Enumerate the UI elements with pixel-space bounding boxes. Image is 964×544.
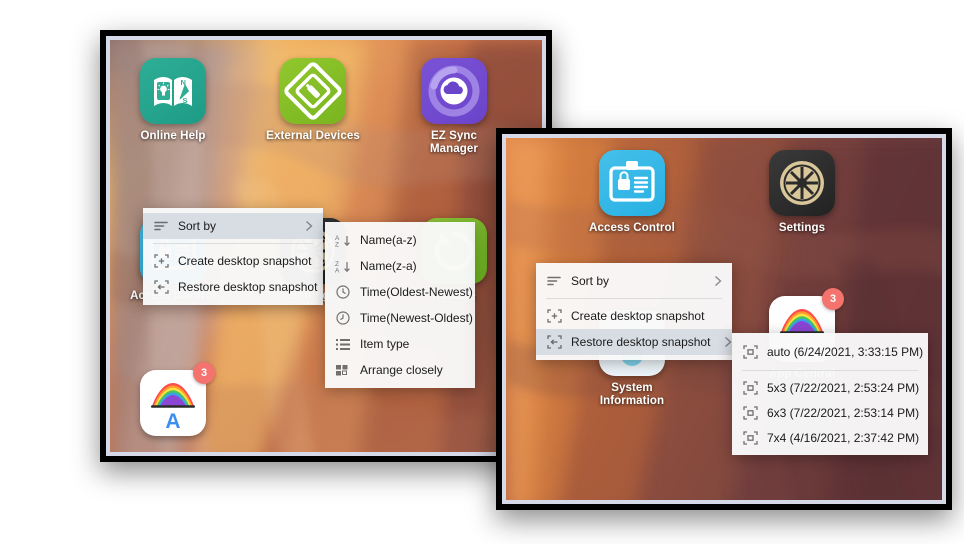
restore-snapshot-submenu-right[interactable]: auto (6/24/2021, 3:33:15 PM) 5x3 (7/22/2… bbox=[732, 333, 928, 455]
desktop-icon-online-help[interactable]: N S Online Help bbox=[125, 58, 221, 143]
menu-separator bbox=[153, 243, 313, 244]
external-devices-icon[interactable] bbox=[280, 58, 346, 124]
desktop-icon-ez-sync-manager[interactable]: EZ Sync Manager bbox=[406, 58, 502, 156]
desktop-window-right: Access Control Settings System Informati… bbox=[496, 128, 952, 510]
chevron-right-icon bbox=[714, 275, 722, 287]
svg-text:Z: Z bbox=[335, 241, 339, 248]
submenu-item-label: auto (6/24/2021, 3:33:15 PM) bbox=[767, 345, 924, 359]
menu-item-label: Create desktop snapshot bbox=[178, 254, 312, 268]
sort-icon bbox=[151, 218, 171, 234]
desktop-icon-label: External Devices bbox=[266, 130, 360, 142]
desktop-icon-external-devices[interactable]: External Devices bbox=[265, 58, 361, 143]
svg-text:A: A bbox=[165, 410, 180, 433]
submenu-item-label: Name(z-a) bbox=[360, 259, 417, 273]
menu-item-sort-by[interactable]: Sort by bbox=[536, 268, 732, 294]
submenu-item-label: Name(a-z) bbox=[360, 233, 417, 247]
submenu-item-label: Time(Oldest-Newest) bbox=[360, 285, 473, 299]
menu-item-label: Create desktop snapshot bbox=[571, 309, 705, 323]
desktop-icon-label: Settings bbox=[778, 222, 826, 234]
menu-item-label: Sort by bbox=[178, 219, 217, 233]
snapshot-item-icon bbox=[740, 405, 760, 421]
desktop-icon-label: System Information bbox=[599, 382, 665, 407]
menu-item-label: Sort by bbox=[571, 274, 610, 288]
settings-icon[interactable] bbox=[769, 150, 835, 216]
submenu-item-time-oldest-newest[interactable]: Time(Oldest-Newest) bbox=[325, 279, 475, 305]
desktop-icon-settings-r[interactable]: Settings bbox=[754, 150, 850, 235]
settings-gear-glyph bbox=[780, 161, 824, 205]
ez-sync-manager-icon[interactable] bbox=[421, 58, 487, 124]
online-help-glyph: N S bbox=[154, 77, 192, 106]
item-type-icon bbox=[333, 336, 353, 352]
window-right-desktop: Access Control Settings System Informati… bbox=[506, 138, 942, 500]
app-central-icon[interactable]: A 3 bbox=[140, 362, 215, 436]
menu-item-create-desktop-snapshot[interactable]: Create desktop snapshot bbox=[143, 248, 323, 274]
arrange-closely-icon bbox=[333, 362, 353, 378]
svg-text:S: S bbox=[183, 96, 188, 105]
access-control-icon[interactable] bbox=[599, 150, 665, 216]
submenu-item-snapshot-6x3[interactable]: 6x3 (7/22/2021, 2:53:14 PM) bbox=[732, 400, 928, 425]
snapshot-create-icon bbox=[151, 253, 171, 269]
submenu-item-label: 6x3 (7/22/2021, 2:53:14 PM) bbox=[767, 405, 920, 420]
ez-sync-glyph bbox=[428, 65, 480, 117]
desktop-icon-access-control-r[interactable]: Access Control bbox=[584, 150, 680, 235]
submenu-item-name-az[interactable]: AZ Name(a-z) bbox=[325, 227, 475, 253]
svg-text:A: A bbox=[335, 267, 340, 274]
menu-item-create-desktop-snapshot[interactable]: Create desktop snapshot bbox=[536, 303, 732, 329]
screenshot-stage: N S Online Help External Devices EZ Sync… bbox=[0, 0, 964, 544]
submenu-item-label: 5x3 (7/22/2021, 2:53:24 PM) bbox=[767, 380, 920, 395]
window-right-inner: Access Control Settings System Informati… bbox=[502, 134, 946, 504]
submenu-item-snapshot-7x4[interactable]: 7x4 (4/16/2021, 2:37:42 PM) bbox=[732, 425, 928, 450]
snapshot-restore-icon bbox=[544, 334, 564, 350]
chevron-right-icon bbox=[305, 220, 313, 232]
window-left-inner: N S Online Help External Devices EZ Sync… bbox=[106, 36, 546, 456]
context-menu-right[interactable]: Sort by Create desktop snapshot Restore … bbox=[536, 263, 732, 360]
sort-icon bbox=[544, 273, 564, 289]
submenu-item-label: Arrange closely bbox=[360, 363, 443, 377]
menu-item-sort-by[interactable]: Sort by bbox=[143, 213, 323, 239]
snapshot-restore-icon bbox=[151, 279, 171, 295]
desktop-window-left: N S Online Help External Devices EZ Sync… bbox=[100, 30, 552, 462]
submenu-item-name-za[interactable]: ZA Name(z-a) bbox=[325, 253, 475, 279]
submenu-item-label: Item type bbox=[360, 337, 410, 351]
menu-item-label: Restore desktop snapshot bbox=[178, 280, 318, 294]
snapshot-item-icon bbox=[740, 380, 760, 396]
snapshot-item-icon bbox=[740, 344, 760, 360]
submenu-item-arrange-closely[interactable]: Arrange closely bbox=[325, 357, 475, 383]
menu-item-restore-desktop-snapshot[interactable]: Restore desktop snapshot bbox=[536, 329, 732, 355]
desktop-icon-label: EZ Sync Manager bbox=[430, 130, 478, 155]
sort-az-icon: AZ bbox=[333, 232, 353, 248]
desktop-icon-label: Online Help bbox=[140, 130, 206, 142]
app-central-badge: 3 bbox=[193, 362, 215, 384]
clock-asc-icon bbox=[333, 284, 353, 300]
submenu-item-snapshot-auto[interactable]: auto (6/24/2021, 3:33:15 PM) bbox=[732, 338, 928, 366]
menu-item-restore-desktop-snapshot[interactable]: Restore desktop snapshot bbox=[143, 274, 339, 300]
sort-by-submenu-left[interactable]: AZ Name(a-z) ZA Name(z-a) Time(Oldest-Ne… bbox=[325, 222, 475, 388]
clock-desc-icon bbox=[333, 310, 353, 326]
context-menu-left[interactable]: Sort by Create desktop snapshot Restore … bbox=[143, 208, 339, 305]
access-control-glyph bbox=[609, 161, 655, 202]
snapshot-create-icon bbox=[544, 308, 564, 324]
online-help-icon[interactable]: N S bbox=[140, 58, 206, 124]
external-devices-glyph bbox=[284, 62, 342, 120]
desktop-icon-label: Access Control bbox=[589, 222, 675, 234]
submenu-item-label: Time(Newest-Oldest) bbox=[360, 311, 473, 325]
menu-item-label: Restore desktop snapshot bbox=[571, 335, 711, 349]
submenu-item-label: 7x4 (4/16/2021, 2:37:42 PM) bbox=[767, 430, 920, 445]
menu-separator bbox=[742, 370, 918, 371]
submenu-item-item-type[interactable]: Item type bbox=[325, 331, 475, 357]
window-left-desktop: N S Online Help External Devices EZ Sync… bbox=[110, 40, 542, 452]
submenu-item-snapshot-5x3[interactable]: 5x3 (7/22/2021, 2:53:24 PM) bbox=[732, 375, 928, 400]
desktop-icon-app-central-l[interactable]: A 3 App Central bbox=[125, 362, 221, 452]
app-central-badge: 3 bbox=[822, 288, 844, 310]
sort-za-icon: ZA bbox=[333, 258, 353, 274]
submenu-item-time-newest-oldest[interactable]: Time(Newest-Oldest) bbox=[325, 305, 475, 331]
snapshot-item-icon bbox=[740, 430, 760, 446]
menu-separator bbox=[546, 298, 722, 299]
